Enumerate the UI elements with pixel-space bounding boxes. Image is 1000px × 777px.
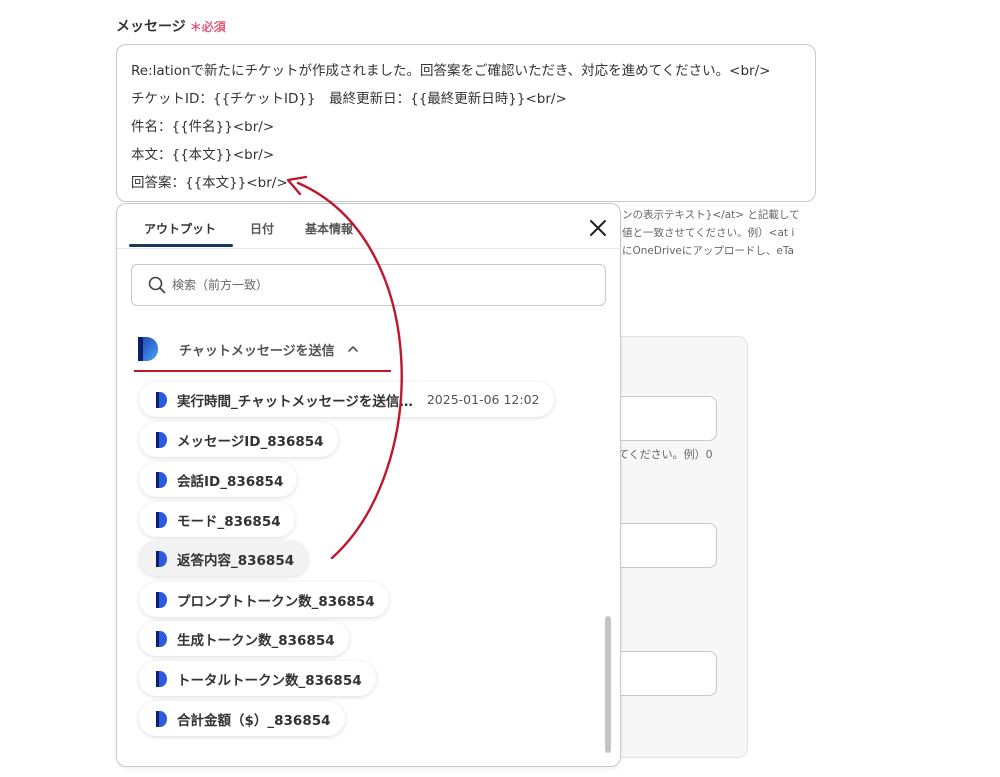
close-button[interactable] (587, 217, 609, 239)
app-logo-icon (156, 591, 167, 608)
app-logo-icon (156, 630, 167, 647)
output-item-message-id[interactable]: メッセージID_836854 (139, 422, 338, 457)
output-item-label: 合計金額（$）_836854 (177, 712, 331, 729)
tab-basic-info[interactable]: 基本情報 (305, 220, 353, 237)
output-item-execution-time[interactable]: 実行時間_チャットメッセージを送信… 2025-01-06 12:02 (139, 382, 554, 417)
close-icon (590, 220, 606, 236)
message-field-label-row: メッセージ ＊必須 (116, 16, 226, 36)
app-logo-icon (156, 670, 167, 687)
output-item-label: トータルトークン数_836854 (177, 672, 362, 689)
search-box (131, 264, 606, 306)
tab-divider (117, 248, 620, 249)
app-logo-icon (138, 337, 158, 361)
output-item-prompt-tokens[interactable]: プロンプトトークン数_836854 (139, 582, 389, 617)
output-picker-popup: アウトプット 日付 基本情報 チャットメッセージを送信 (116, 203, 621, 767)
active-tab-indicator (129, 244, 233, 247)
output-item-total-cost[interactable]: 合計金額（$）_836854 (139, 701, 345, 736)
required-badge: ＊必須 (189, 20, 226, 34)
output-item-mode[interactable]: モード_836854 (139, 502, 295, 537)
output-item-label: 会話ID_836854 (177, 473, 284, 490)
output-item-label: 返答内容_836854 (177, 552, 295, 569)
help-text-line: ンの表示テキスト}</at> と記載して (622, 209, 800, 221)
scrollbar-thumb[interactable] (605, 616, 611, 753)
message-line: 本文：{{本文}}<br/> (131, 147, 275, 163)
output-item-label: プロンプトトークン数_836854 (177, 593, 375, 610)
message-line: 回答案：{{本文}}<br/> (131, 175, 288, 191)
chevron-up-icon (347, 346, 358, 352)
message-textarea[interactable]: Re:lationで新たにチケットが作成されました。回答案をご確認いただき、対応… (116, 44, 816, 202)
tab-output[interactable]: アウトプット (144, 220, 216, 237)
output-item-response-content[interactable]: 返答内容_836854 (139, 541, 309, 576)
output-item-generated-tokens[interactable]: 生成トークン数_836854 (139, 621, 349, 656)
message-line: 件名：{{件名}}<br/> (131, 119, 275, 135)
group-title: チャットメッセージを送信 (179, 343, 335, 359)
app-logo-icon (156, 710, 167, 727)
app-logo-icon (156, 391, 167, 408)
annotation-underline (134, 370, 391, 372)
background-hint-text: てください。例）0 (618, 448, 713, 461)
tab-date[interactable]: 日付 (250, 220, 274, 237)
output-item-label: 生成トークン数_836854 (177, 632, 335, 649)
app-logo-icon (156, 550, 167, 567)
help-text-line: 値と一致させてください。例）<at i (622, 227, 795, 239)
app-logo-icon (156, 471, 167, 488)
output-item-label: メッセージID_836854 (177, 433, 324, 450)
output-item-value: 2025-01-06 12:02 (426, 392, 540, 407)
output-item-label: モード_836854 (177, 513, 281, 530)
message-line: Re:lationで新たにチケットが作成されました。回答案をご確認いただき、対応… (131, 63, 771, 79)
output-item-total-tokens[interactable]: トータルトークン数_836854 (139, 661, 376, 696)
app-logo-icon (156, 431, 167, 448)
group-header-send-chat-message[interactable]: チャットメッセージを送信 (137, 336, 359, 362)
search-input[interactable] (172, 278, 572, 292)
help-text-line: にOneDriveにアップロードし、eTa (622, 245, 794, 257)
output-item-conversation-id[interactable]: 会話ID_836854 (139, 462, 298, 497)
output-item-label: 実行時間_チャットメッセージを送信… (177, 393, 413, 410)
message-field-label: メッセージ (116, 19, 186, 35)
message-line: チケットID：{{チケットID}} 最終更新日：{{最終更新日時}}<br/> (131, 91, 567, 107)
app-logo-icon (156, 511, 167, 528)
search-icon (148, 276, 166, 294)
